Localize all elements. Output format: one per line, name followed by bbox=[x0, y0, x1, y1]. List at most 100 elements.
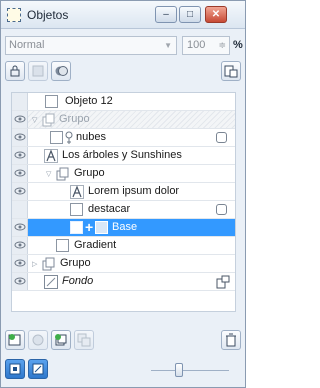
mask-toggle[interactable] bbox=[216, 132, 227, 143]
new-object-icon bbox=[32, 334, 44, 346]
objects-panel-icon bbox=[7, 8, 21, 22]
text-icon bbox=[44, 149, 58, 163]
mask-icon bbox=[55, 66, 68, 76]
title-bar[interactable]: Objetos – □ ✕ bbox=[1, 1, 245, 29]
view-masks-button[interactable] bbox=[28, 359, 48, 379]
background-icon bbox=[44, 275, 58, 289]
group-icon bbox=[56, 167, 69, 181]
blend-row: Normal ▼ 100 ≑ % bbox=[1, 34, 245, 56]
layer-name: Grupo bbox=[59, 113, 90, 125]
blend-mode-select[interactable]: Normal ▼ bbox=[5, 36, 177, 55]
layer-row[interactable]: nubes bbox=[12, 129, 235, 147]
duplicate-button[interactable] bbox=[74, 330, 94, 350]
visibility-toggle[interactable] bbox=[12, 255, 28, 272]
close-button[interactable]: ✕ bbox=[205, 6, 227, 23]
expand-icon[interactable]: ▽ bbox=[46, 170, 51, 178]
lock-icon bbox=[10, 65, 20, 77]
layer-row[interactable]: Gradient bbox=[12, 237, 235, 255]
blend-mode-value: Normal bbox=[9, 39, 45, 51]
new-group-icon bbox=[55, 334, 67, 346]
thumbnail-size-slider[interactable] bbox=[151, 370, 229, 371]
visibility-toggle[interactable] bbox=[12, 219, 28, 236]
layer-thumbnail bbox=[70, 203, 83, 216]
group-icon bbox=[42, 257, 55, 271]
layer-options-icon[interactable] bbox=[216, 275, 230, 289]
layer-row[interactable]: Los árboles y Sunshines bbox=[12, 147, 235, 165]
eye-icon bbox=[14, 241, 26, 249]
layer-name: Los árboles y Sunshines bbox=[62, 149, 182, 161]
lock-transparency-button[interactable] bbox=[28, 61, 48, 81]
add-icon: + bbox=[85, 219, 94, 235]
expand-icon[interactable]: ▷ bbox=[32, 260, 37, 268]
chevron-down-icon: ▼ bbox=[164, 41, 172, 50]
lock-button[interactable] bbox=[5, 61, 25, 81]
visibility-toggle[interactable] bbox=[12, 147, 28, 164]
eye-icon bbox=[14, 115, 26, 123]
window-title: Objetos bbox=[27, 8, 69, 22]
layer-thumbnail bbox=[70, 221, 83, 234]
layer-actions-bar bbox=[1, 330, 245, 354]
mask-thumbnail bbox=[95, 221, 108, 234]
layer-name: Base bbox=[112, 221, 138, 233]
lock-transparency-icon bbox=[32, 65, 44, 77]
eye-icon bbox=[14, 133, 26, 141]
delete-button[interactable] bbox=[221, 330, 241, 350]
view-objects-icon bbox=[9, 363, 21, 375]
expand-icon[interactable]: ▽ bbox=[32, 116, 37, 124]
mask-button[interactable] bbox=[51, 61, 71, 81]
restore-button[interactable]: □ bbox=[179, 6, 201, 23]
new-object-button[interactable] bbox=[28, 330, 48, 350]
layer-name: Fondo bbox=[62, 275, 94, 287]
layer-list: Objeto 12 ▽ Grupo nubes Los árboles y Su… bbox=[11, 92, 236, 312]
eye-icon bbox=[14, 277, 26, 285]
layer-row[interactable]: ▽ Grupo bbox=[12, 165, 235, 183]
layer-row[interactable]: Lorem ipsum dolor bbox=[12, 183, 235, 201]
eye-icon bbox=[14, 187, 26, 195]
visibility-toggle[interactable] bbox=[12, 237, 28, 254]
layer-name: Gradient bbox=[74, 239, 117, 251]
group-icon bbox=[42, 113, 55, 127]
layer-name: Grupo bbox=[74, 167, 105, 179]
spin-icon[interactable]: ≑ bbox=[218, 37, 226, 54]
new-layer-icon bbox=[8, 334, 21, 346]
eye-icon bbox=[14, 259, 26, 267]
layer-row[interactable]: ▽ Grupo bbox=[12, 111, 235, 129]
view-masks-icon bbox=[32, 363, 44, 375]
layer-thumbnail bbox=[45, 95, 58, 108]
duplicate-icon bbox=[77, 333, 91, 347]
view-objects-button[interactable] bbox=[5, 359, 25, 379]
opacity-value: 100 bbox=[187, 39, 206, 51]
options-button[interactable] bbox=[221, 61, 241, 81]
options-icon bbox=[224, 65, 238, 78]
layer-name: Lorem ipsum dolor bbox=[88, 185, 180, 197]
layer-row[interactable]: Fondo bbox=[12, 273, 235, 291]
opacity-field[interactable]: 100 ≑ bbox=[182, 36, 230, 55]
visibility-toggle[interactable] bbox=[12, 201, 28, 218]
eye-icon bbox=[14, 151, 26, 159]
new-group-button[interactable] bbox=[51, 330, 71, 350]
visibility-toggle[interactable] bbox=[12, 111, 28, 128]
visibility-toggle[interactable] bbox=[12, 273, 28, 290]
eye-icon bbox=[14, 223, 26, 231]
layer-name: Grupo bbox=[60, 257, 91, 269]
slider-handle[interactable] bbox=[175, 363, 183, 377]
layer-row[interactable]: destacar bbox=[12, 201, 235, 219]
visibility-toggle[interactable] bbox=[12, 93, 28, 110]
new-layer-button[interactable] bbox=[5, 330, 25, 350]
minimize-button[interactable]: – bbox=[155, 6, 177, 23]
layer-name: destacar bbox=[88, 203, 131, 215]
objects-panel: Objetos – □ ✕ Normal ▼ 100 ≑ % Objeto 12… bbox=[0, 0, 246, 388]
view-bar bbox=[1, 359, 245, 383]
restore-icon: □ bbox=[186, 9, 194, 20]
layer-row[interactable]: Objeto 12 bbox=[12, 93, 235, 111]
visibility-toggle[interactable] bbox=[12, 129, 28, 146]
mask-toggle[interactable] bbox=[216, 204, 227, 215]
layer-row-selected[interactable]: + Base bbox=[12, 219, 235, 237]
layer-thumbnail bbox=[50, 131, 63, 144]
minimize-icon: – bbox=[163, 9, 169, 20]
layer-row[interactable]: ▷ Grupo bbox=[12, 255, 235, 273]
delete-icon bbox=[226, 333, 236, 347]
visibility-toggle[interactable] bbox=[12, 183, 28, 200]
toolbar bbox=[1, 61, 245, 85]
visibility-toggle[interactable] bbox=[12, 165, 28, 182]
